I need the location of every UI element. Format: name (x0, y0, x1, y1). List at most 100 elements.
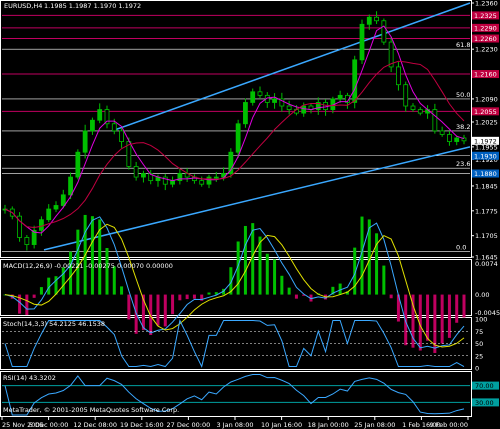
candle-body (410, 105, 416, 110)
candle-body (301, 105, 307, 114)
macd-histogram-bar (273, 259, 277, 295)
copyright-label: MetaTrader, © 2001-2005 MetaQuotes Softw… (3, 406, 179, 414)
price-tag-label: 1.2290 (474, 24, 497, 32)
candle-body (374, 16, 379, 22)
macd-histogram-bar (382, 265, 386, 295)
time-axis-label: 18 Jan 00:00 (308, 421, 349, 429)
candle-body (213, 176, 219, 179)
candle-body (243, 102, 248, 125)
time-axis-label: 3 Jan 08:00 (216, 421, 253, 429)
candle-body (359, 23, 365, 61)
candle-body (337, 94, 343, 100)
time-axis-label: 9 Feb 00:00 (429, 421, 468, 429)
candle-body (24, 237, 30, 245)
macd-histogram-bar (163, 294, 167, 327)
macd-label: MACD(12,26,9) -0.00221 -0.00275 0.00070 … (3, 262, 173, 270)
time-axis-label: 5 Dec 00:00 (29, 421, 69, 429)
price-tag-label: 1.2260 (474, 35, 497, 43)
macd-histogram-bar (171, 294, 175, 315)
candle-body (235, 123, 241, 153)
candle-body (111, 123, 117, 132)
candle-body (396, 66, 401, 86)
macd-main-line (4, 216, 465, 349)
fib-level-label: 0.0 (456, 244, 466, 252)
ma-slow-line (4, 60, 465, 229)
candle-body (250, 91, 256, 103)
candle-body (39, 219, 44, 231)
macd-histogram-bar (90, 216, 94, 295)
price-axis-label: 1.1845 (475, 182, 498, 190)
macd-histogram-bar (178, 294, 182, 301)
candle-body (432, 109, 438, 132)
macd-histogram-bar (61, 267, 65, 295)
price-axis-label: 1.1775 (475, 207, 498, 215)
macd-histogram-bar (287, 287, 291, 295)
price-axis: 1.2360 1.2325 1.2290 1.2230 1.2160 1.2090 1.20… (471, 0, 499, 262)
candle-body (199, 180, 205, 185)
chart-canvas[interactable]: 61.8 50.0 38.2 23.6 0.0 0.00740.00-0.0045 10… (0, 0, 500, 429)
macd-histogram-bar (426, 294, 430, 341)
time-axis-label: 12 Dec 08:00 (73, 421, 117, 429)
candle-body (82, 130, 88, 153)
candle-body (352, 59, 358, 103)
stoch-axis-label: 75 (475, 328, 483, 336)
stoch-axis-label: 25 (475, 352, 483, 360)
candle-body (447, 134, 452, 142)
trading-chart-window: 61.8 50.0 38.2 23.6 0.0 0.0074 0.00 -0.0045 10… (0, 0, 500, 429)
time-axis-label: 10 Jan 16:00 (261, 421, 302, 429)
candle-body (403, 84, 409, 107)
rsi-label: RSI(14) 43.3202 (3, 374, 56, 382)
macd-histogram-bar (389, 294, 393, 299)
candle-body (170, 180, 175, 185)
macd-histogram-bar (127, 294, 131, 320)
price-axis-label: 1.2360 (475, 0, 498, 8)
price-tag-label: 1.1930 (474, 152, 497, 160)
candle-body (68, 176, 73, 196)
stoch-axis-label: 100 (475, 316, 487, 324)
rsi-axis-label: 30.00 (475, 399, 494, 407)
candle-body (46, 208, 52, 221)
stoch-label: Stoch(14,3,3) 54.2125 46.1538 (3, 320, 105, 328)
channel-lower-line (43, 146, 471, 251)
macd-histogram-bar (112, 266, 116, 295)
price-axis-label: 1.2025 (475, 119, 498, 127)
price-tag-label: 1.2055 (474, 108, 497, 116)
macd-histogram-bar (156, 294, 160, 326)
price-tag-label: 1.2160 (474, 71, 497, 79)
stoch-axis-label: 0 (475, 365, 479, 373)
macd-histogram-bar (25, 294, 29, 315)
price-axis-label: 1.1705 (475, 232, 498, 240)
fib-level-label: 50.0 (456, 91, 470, 99)
time-axis-label: 27 Dec 00:00 (167, 421, 211, 429)
price-tag-label: 1.2325 (474, 12, 497, 20)
macd-histogram-bar (455, 294, 459, 323)
fib-level-label: 38.2 (456, 123, 470, 131)
candle-body (133, 166, 139, 178)
candle-body (381, 20, 387, 43)
candle-body (417, 109, 423, 114)
candle-body (366, 16, 372, 25)
candle-body (97, 109, 103, 121)
macd-axis-label: 0.00 (475, 291, 489, 299)
main-price-panel: 61.8 50.0 38.2 23.6 0.0 (2, 2, 471, 252)
candle-body (141, 173, 146, 178)
macd-panel: 0.00740.00-0.0045 (3, 214, 500, 353)
macd-histogram-bar (32, 294, 36, 298)
price-tag-label: 1.1972 (474, 137, 497, 145)
price-axis-label: 1.2090 (475, 95, 498, 103)
candle-body (323, 102, 328, 110)
ohlc-label: 1.1985 1.1987 1.1970 1.1972 (44, 2, 141, 10)
candle-body (454, 137, 460, 142)
macd-histogram-bar (440, 294, 444, 344)
candle-body (119, 130, 124, 142)
candle-body (75, 151, 81, 178)
macd-histogram-bar (280, 275, 284, 295)
macd-histogram-bar (207, 292, 211, 295)
macd-histogram-bar (120, 286, 124, 295)
ma-fast-line (4, 25, 465, 234)
time-axis: 25 Nov 20055 Dec 00:00 12 Dec 08:00 19 Dec… (1, 417, 469, 429)
candle-body (439, 130, 445, 135)
macd-histogram-bar (105, 248, 109, 295)
candle-body (206, 176, 212, 185)
candle-body (286, 105, 292, 110)
